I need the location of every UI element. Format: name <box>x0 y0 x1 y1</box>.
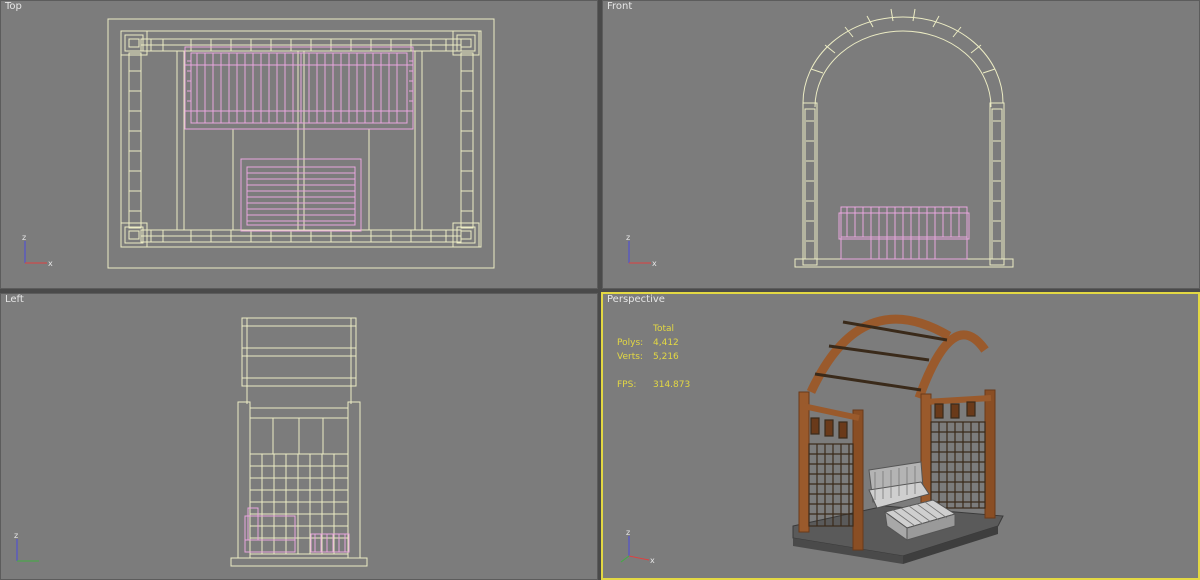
left-view-wireframe <box>230 317 368 567</box>
svg-text:z: z <box>626 233 630 242</box>
axis-gizmo-perspective: z x <box>620 528 655 565</box>
top-view-wireframe <box>107 18 495 269</box>
viewport-perspective[interactable]: Perspective Total Polys: 4,412 Verts: 5,21… <box>601 292 1200 580</box>
front-view-wireframe <box>794 8 1014 268</box>
svg-text:z: z <box>14 531 18 540</box>
viewport-left[interactable]: Left z <box>0 293 598 580</box>
axis-gizmo-left: z <box>14 531 39 562</box>
viewport-front[interactable]: Front z x <box>602 0 1200 289</box>
axis-gizmo-top: z x <box>22 233 53 268</box>
axis-gizmo-front: z x <box>626 233 657 268</box>
perspective-render <box>792 314 1004 564</box>
viewport-top[interactable]: Top z x <box>0 0 598 289</box>
svg-text:z: z <box>22 233 26 242</box>
svg-text:x: x <box>48 259 53 268</box>
svg-text:z: z <box>626 528 630 537</box>
svg-text:x: x <box>650 556 655 565</box>
svg-text:x: x <box>652 259 657 268</box>
